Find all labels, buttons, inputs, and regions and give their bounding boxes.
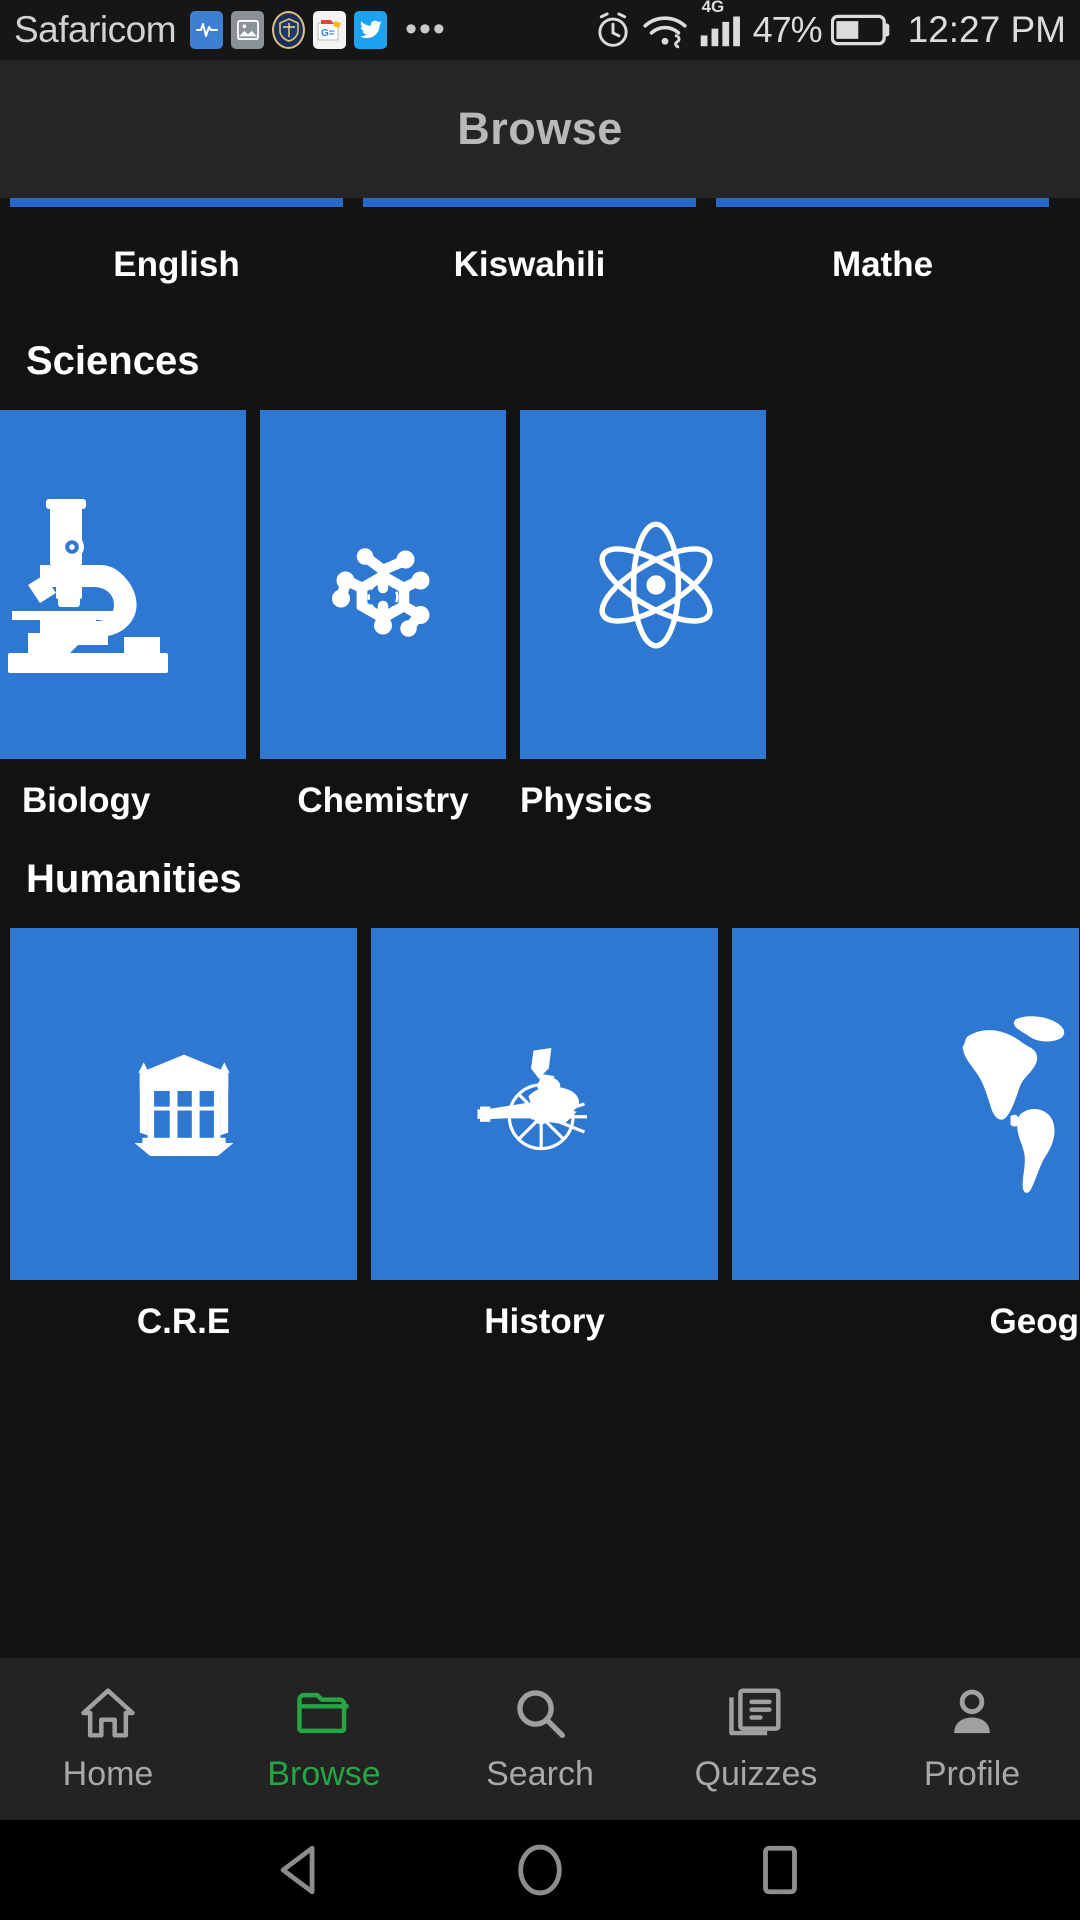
nav-item-quizzes[interactable]: Quizzes (648, 1685, 864, 1794)
subject-tile[interactable] (732, 928, 1079, 1280)
world-map-icon (962, 1016, 1065, 1193)
network-type-indicator: 4G (698, 0, 744, 49)
home-circle-icon[interactable] (511, 1841, 569, 1899)
subject-label: Geog (989, 1302, 1079, 1341)
subject-card-chemistry[interactable]: Chemistry (260, 410, 506, 821)
subject-tab-strip[interactable]: English Kiswahili Mathe (0, 198, 1080, 303)
subject-tile[interactable] (520, 410, 766, 759)
google-news-icon: G= (313, 11, 347, 49)
nav-item-browse[interactable]: Browse (216, 1685, 432, 1794)
documents-icon (729, 1687, 781, 1735)
bottom-navigation[interactable]: Home Browse Search Quizzes Profile (0, 1658, 1080, 1820)
tab-kiswahili[interactable]: Kiswahili (353, 198, 706, 303)
recents-square-icon[interactable] (751, 1841, 809, 1899)
nav-label: Browse (267, 1754, 381, 1793)
subject-card-physics[interactable]: Physics (520, 410, 766, 821)
subject-label: History (484, 1302, 605, 1341)
cannon-icon (477, 1048, 587, 1151)
tab-english[interactable]: English (0, 198, 353, 303)
subject-label: C.R.E (136, 1302, 231, 1341)
android-system-nav[interactable] (0, 1820, 1080, 1920)
atom-icon (599, 520, 713, 649)
tab-indicator (363, 198, 696, 207)
tab-label: Kiswahili (453, 245, 606, 284)
subject-tile[interactable] (10, 928, 357, 1280)
subject-tile[interactable] (371, 928, 718, 1280)
molecule-icon (332, 547, 430, 637)
nav-label: Profile (923, 1754, 1021, 1793)
search-icon (517, 1689, 565, 1738)
nav-item-profile[interactable]: Profile (864, 1685, 1080, 1794)
app-bar: Browse (0, 60, 1080, 198)
subject-card-geography[interactable]: Geog (732, 928, 1079, 1342)
subject-card-biology[interactable]: Biology (0, 410, 246, 821)
subject-card-cre[interactable]: C.R.E (10, 928, 357, 1342)
nav-label: Search (486, 1754, 594, 1793)
section-title-sciences: Sciences (26, 339, 200, 383)
twitter-icon (354, 11, 388, 49)
subject-tile[interactable] (0, 410, 246, 759)
folder-icon (297, 1692, 349, 1733)
tab-label: English (113, 245, 240, 284)
status-right-cluster: 4G 47% 12:27 PM (594, 0, 1066, 51)
badge-icon (272, 11, 306, 49)
app-screen: Safaricom G= ••• 4G 47% 12:27 PM Browse … (0, 0, 1080, 1920)
humanities-row[interactable]: C.R.E History Geog (0, 928, 1080, 1342)
browse-content: Sciences Biology Chemistry Physics Human… (0, 303, 1080, 1658)
tab-indicator (10, 198, 343, 207)
alarm-icon (594, 11, 632, 49)
person-icon (954, 1689, 990, 1733)
status-bar: Safaricom G= ••• 4G 47% 12:27 PM (0, 0, 1080, 60)
subject-tile[interactable] (260, 410, 506, 759)
health-icon (190, 11, 224, 49)
tab-mathematics[interactable]: Mathe (706, 198, 1059, 303)
subject-label: Chemistry (297, 781, 469, 820)
battery-percent-label: 47% (752, 9, 823, 50)
status-app-icons: G= ••• (190, 11, 447, 49)
wifi-icon (641, 11, 689, 49)
clock-label: 12:27 PM (907, 9, 1066, 50)
carrier-label: Safaricom (14, 9, 177, 50)
nav-label: Quizzes (694, 1754, 818, 1793)
temple-icon (134, 1054, 233, 1156)
subject-label: Physics (520, 781, 653, 820)
svg-text:G=: G= (321, 28, 335, 39)
nav-label: Home (62, 1754, 154, 1793)
subject-card-history[interactable]: History (371, 928, 718, 1342)
microscope-icon (8, 498, 168, 673)
nav-item-search[interactable]: Search (432, 1685, 648, 1794)
home-icon (81, 1687, 135, 1738)
section-title-humanities: Humanities (26, 857, 242, 901)
subject-label: Biology (22, 781, 151, 820)
photo-icon (231, 11, 265, 49)
page-title: Browse (457, 103, 623, 154)
status-overflow-icon: ••• (405, 10, 447, 49)
tab-label: Mathe (831, 245, 934, 284)
network-type-label: 4G (701, 0, 725, 16)
back-triangle-icon[interactable] (271, 1841, 329, 1899)
battery-half-icon (830, 13, 891, 47)
tab-indicator (716, 198, 1049, 207)
sciences-row[interactable]: Biology Chemistry Physics (0, 410, 1080, 821)
nav-item-home[interactable]: Home (0, 1685, 216, 1794)
